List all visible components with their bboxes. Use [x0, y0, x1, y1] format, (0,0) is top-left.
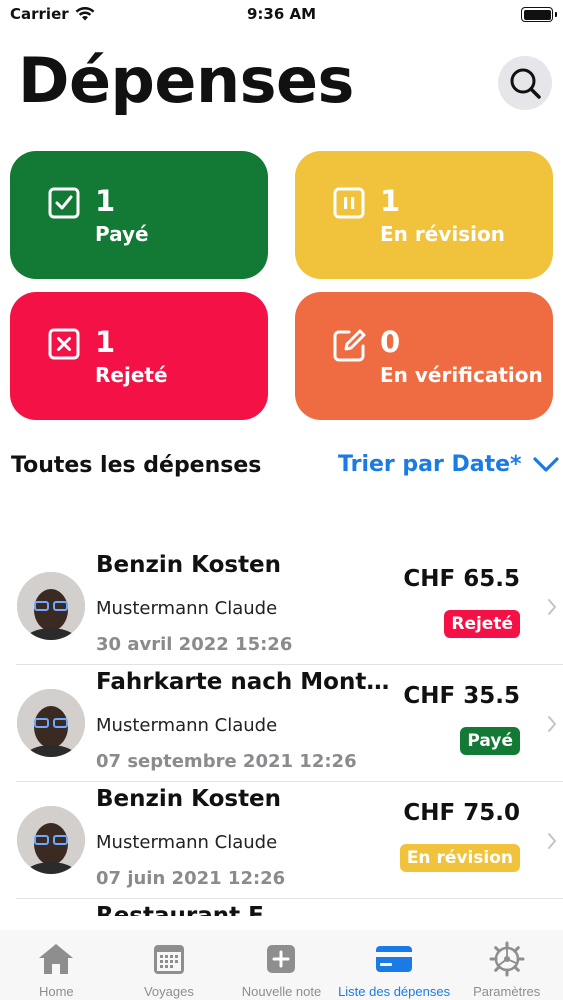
verification-summary-card[interactable]: 0 En vérification — [295, 292, 553, 420]
checkbox-checked-icon — [48, 187, 80, 219]
tab-voyages-label: Voyages — [143, 984, 194, 999]
gear-icon — [489, 941, 525, 977]
expense-person: Mustermann Claude — [96, 832, 278, 853]
status-bar: Carrier 9:36 AM — [0, 0, 563, 30]
expense-date: 07 septembre 2021 12:26 — [96, 751, 357, 772]
expense-date: 30 avril 2022 15:26 — [96, 634, 293, 655]
status-badge: Payé — [460, 727, 520, 755]
paid-label: Payé — [95, 222, 149, 246]
tab-voyages[interactable]: Voyages — [113, 930, 226, 1000]
credit-card-icon — [376, 946, 413, 972]
search-button[interactable] — [498, 56, 552, 110]
page-title: Dépenses — [18, 44, 354, 117]
tab-home[interactable]: Home — [0, 930, 113, 1000]
expense-date: 07 juin 2021 12:26 — [96, 868, 286, 889]
pause-square-icon — [333, 187, 365, 219]
expense-title: Benzin Kosten — [96, 552, 282, 578]
expense-amount: CHF 35.5 — [403, 683, 520, 709]
expense-row[interactable]: Restaurant E — [16, 899, 563, 916]
review-summary-card[interactable]: 1 En révision — [295, 151, 553, 279]
expense-title: Benzin Kosten — [96, 786, 282, 812]
all-expenses-heading: Toutes les dépenses — [11, 453, 262, 478]
x-square-icon — [48, 328, 80, 360]
battery-icon — [521, 7, 557, 22]
expense-title: Fahrkarte nach Montabaur — [96, 669, 392, 695]
chevron-down-icon — [532, 456, 559, 472]
rejected-label: Rejeté — [95, 363, 168, 387]
verification-count: 0 — [380, 325, 401, 359]
tab-new-note[interactable]: Nouvelle note — [225, 930, 338, 1000]
sort-button[interactable]: Trier par Date* — [338, 452, 560, 477]
expense-row[interactable]: Fahrkarte nach Montabaur Mustermann Clau… — [16, 665, 563, 782]
expense-title: Restaurant E — [96, 903, 264, 916]
tab-settings[interactable]: Paramètres — [450, 930, 563, 1000]
expense-list[interactable]: Benzin Kosten Mustermann Claude 30 avril… — [0, 548, 563, 916]
expense-person: Mustermann Claude — [96, 715, 278, 736]
house-icon — [39, 944, 74, 974]
expense-amount: CHF 75.0 — [403, 800, 520, 826]
search-icon — [510, 68, 541, 99]
tab-expense-list-label: Liste des dépenses — [338, 984, 451, 999]
status-badge: Rejeté — [444, 610, 520, 638]
sort-label: Trier par Date* — [338, 452, 522, 477]
tab-expense-list[interactable]: Liste des dépenses — [338, 930, 451, 1000]
paid-count: 1 — [95, 184, 116, 218]
paid-summary-card[interactable]: 1 Payé — [10, 151, 268, 279]
clock: 9:36 AM — [246, 5, 317, 23]
chevron-right-icon — [548, 833, 556, 849]
expense-amount: CHF 65.5 — [403, 566, 520, 592]
rejected-count: 1 — [95, 325, 116, 359]
expense-row[interactable]: Benzin Kosten Mustermann Claude 07 juin … — [16, 782, 563, 899]
edit-square-icon — [333, 329, 366, 362]
tab-new-note-label: Nouvelle note — [241, 984, 322, 999]
chevron-right-icon — [548, 716, 556, 732]
rejected-summary-card[interactable]: 1 Rejeté — [10, 292, 268, 420]
status-badge: En révision — [399, 844, 520, 872]
verification-label: En vérification — [380, 363, 543, 387]
tab-bar: Home Voyages Nouvelle note Liste des dép… — [0, 930, 563, 1000]
expense-person: Mustermann Claude — [96, 598, 278, 619]
plus-square-icon — [267, 945, 296, 973]
avatar — [17, 689, 85, 757]
review-count: 1 — [380, 184, 401, 218]
avatar — [17, 806, 85, 874]
expense-row[interactable]: Benzin Kosten Mustermann Claude 30 avril… — [16, 548, 563, 665]
tab-home-label: Home — [38, 984, 74, 999]
chevron-right-icon — [548, 599, 556, 615]
review-label: En révision — [380, 222, 505, 246]
calendar-icon — [153, 945, 184, 974]
avatar — [17, 572, 85, 640]
tab-settings-label: Paramètres — [473, 984, 541, 999]
